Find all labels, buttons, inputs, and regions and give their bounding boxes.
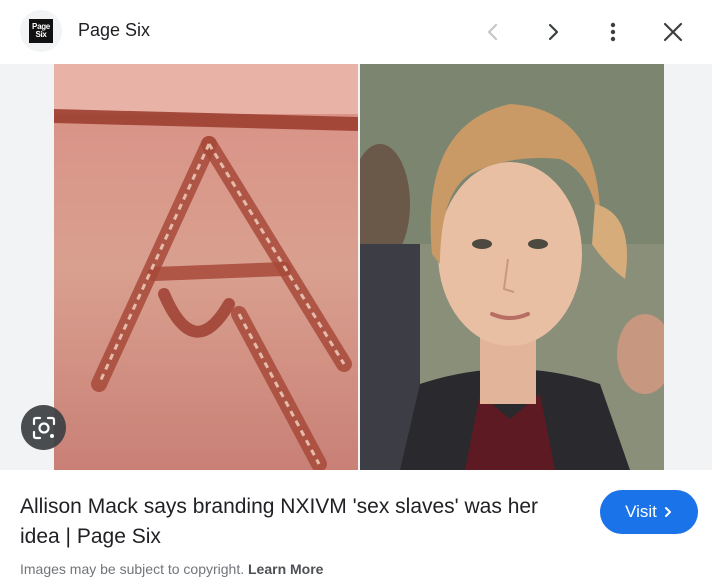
brand-closeup-image [54, 64, 358, 470]
chevron-left-icon[interactable] [477, 16, 509, 48]
copyright-notice: Images may be subject to copyright. Lear… [20, 561, 323, 577]
source-logo[interactable]: Page Six [20, 10, 62, 52]
visit-label: Visit [625, 502, 657, 521]
preview-image-area[interactable] [0, 64, 712, 470]
close-icon[interactable] [657, 16, 689, 48]
source-name[interactable]: Page Six [78, 20, 150, 41]
image-viewer-panel: Page Six Page Six Allison Mack says bran… [0, 0, 712, 585]
chevron-right-icon [664, 507, 671, 517]
lens-search-button[interactable] [21, 405, 66, 450]
lens-search-icon [32, 416, 55, 439]
chevron-right-icon[interactable] [537, 16, 569, 48]
visit-button[interactable]: Visit [600, 490, 698, 534]
viewer-header: Page Six Page Six [0, 0, 712, 64]
result-title[interactable]: Allison Mack says branding NXIVM 'sex sl… [20, 492, 580, 552]
page-six-logo: Page Six [29, 19, 53, 43]
learn-more-link[interactable]: Learn More [248, 561, 323, 577]
logo-line-2: Six [35, 30, 47, 39]
portrait-image [360, 64, 664, 470]
copyright-text: Images may be subject to copyright. [20, 561, 245, 577]
more-vert-icon[interactable] [597, 16, 629, 48]
